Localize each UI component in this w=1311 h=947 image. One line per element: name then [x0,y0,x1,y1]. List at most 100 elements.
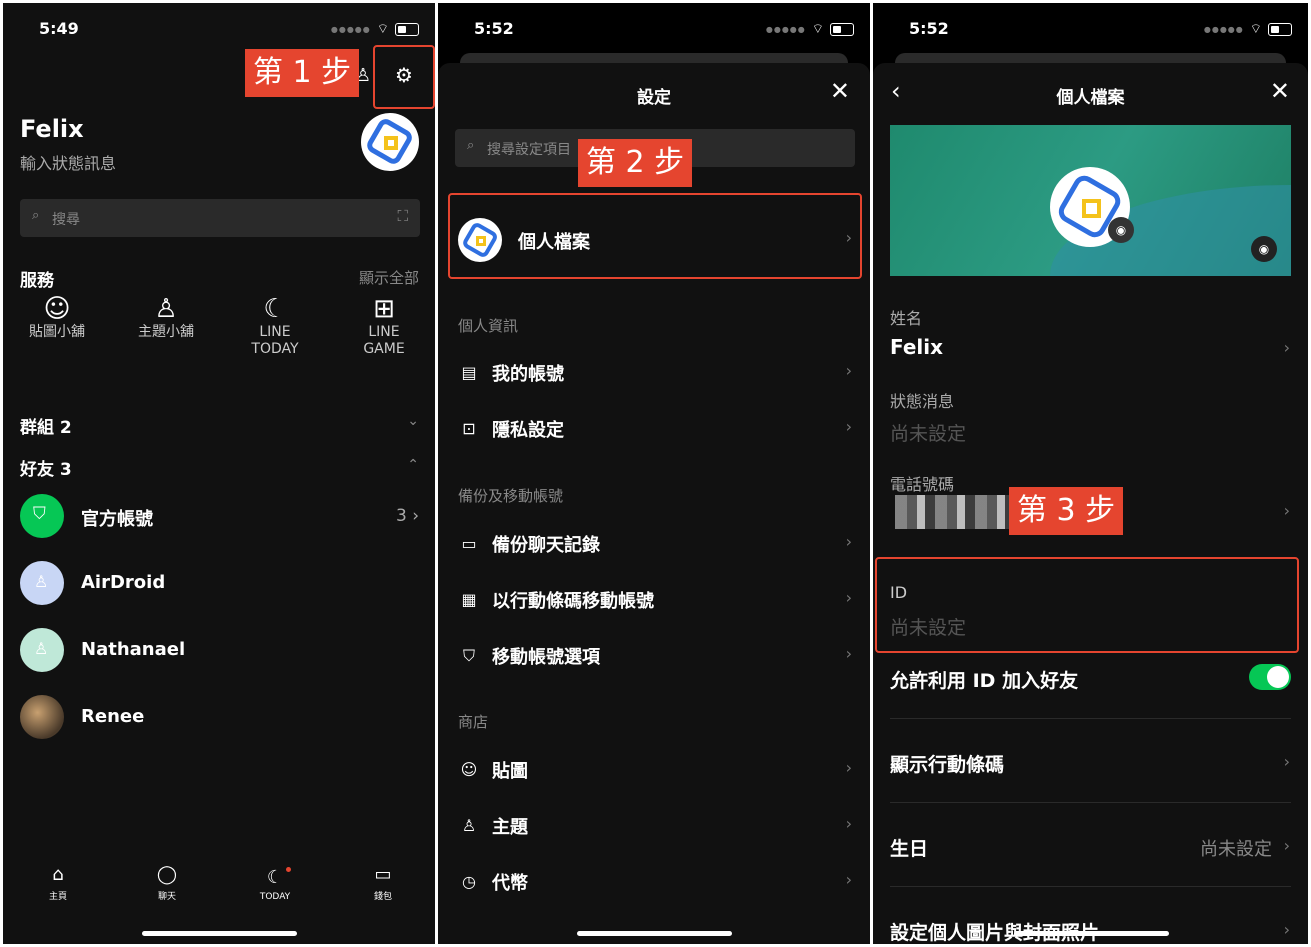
show-qr-label[interactable]: 顯示行動條碼 [890,750,1004,777]
brush-icon: ♙ [461,816,477,835]
friend-name[interactable]: Nathanael [81,639,185,660]
official-account-avatar[interactable]: ⛉ [20,494,64,538]
coins-row[interactable]: ◷ 代幣 › [438,856,870,908]
status-bar: 5:52 ●●●●● ⌔ [438,3,870,53]
settings-search-placeholder: 搜尋設定項目 [487,142,571,158]
id-card-icon: ▤ [461,363,477,382]
home-indicator [577,931,732,936]
section-shop: 商店 [458,713,489,731]
chevron-right-icon[interactable]: › [1284,338,1290,357]
nav-label: 聊天 [157,892,176,902]
profile-avatar[interactable] [361,113,419,171]
qr-move-row[interactable]: ▦ 以行動條碼移動帳號 › [438,574,870,626]
phone-label: 電話號碼 [890,475,955,494]
friend-avatar-nathanael[interactable]: ♙ [20,628,64,672]
birthday-label[interactable]: 生日 [890,834,928,861]
row-label: 貼圖 [492,761,528,782]
divider [890,718,1291,719]
friends-header[interactable]: 好友 3 [20,455,72,480]
friend-avatar-airdroid[interactable]: ♙ [20,561,64,605]
status-message[interactable]: 輸入狀態訊息 [20,150,116,174]
id-label: ID [890,583,908,602]
coin-icon: ◷ [462,872,476,891]
profile-name[interactable]: Felix [20,115,84,143]
lock-icon: ⊡ [462,419,476,438]
step2-callout: 第 2 步 [578,139,693,187]
battery-icon [395,22,419,36]
step3-callout: 第 3 步 [1009,487,1124,535]
service-sticker-shop[interactable]: ☺ 貼圖小舖 [17,296,97,341]
chevron-right-icon[interactable]: › [1284,920,1290,939]
search-bar[interactable]: ⌕ 搜尋 ⛶ [20,199,420,237]
close-icon[interactable]: ✕ [830,77,850,105]
name-label: 姓名 [890,309,923,328]
divider [890,886,1291,887]
allow-id-toggle[interactable] [1249,664,1291,690]
wifi-icon: ⌔ [811,22,824,37]
privacy-row[interactable]: ⊡ 隱私設定 › [438,403,870,455]
settings-title: 設定 [637,88,671,108]
nav-wallet[interactable]: ▭ 錢包 [353,864,413,902]
scan-icon[interactable]: ⛶ [397,207,408,225]
profile-title: 個人檔案 [1056,88,1125,108]
notification-dot [286,867,291,872]
groups-header[interactable]: 群組 2 [20,413,72,438]
chevron-right-icon[interactable]: › [1284,752,1290,771]
chevron-right-icon[interactable]: › [1284,501,1290,520]
my-account-row[interactable]: ▤ 我的帳號 › [438,347,870,399]
section-backup: 備份及移動帳號 [458,487,564,505]
battery-icon [830,22,854,36]
settings-screen: 5:52 ●●●●● ⌔ 設定 ✕ ⌕ 搜尋設定項目 第 2 步 個人檔案 › 個… [438,3,870,944]
smiley-icon: ☺ [460,760,478,779]
step1-callout: 第 1 步 [245,49,360,97]
service-theme-shop[interactable]: ♙ 主題小舖 [126,296,206,341]
official-count[interactable]: 3 › [396,506,419,526]
nav-today[interactable]: ☾ TODAY [245,867,305,902]
home-screen: 5:49 ●●●●● ⌔ ♙ ⚙ 第 1 步 Felix 輸入狀態訊息 ⌕ 搜尋 … [3,3,435,944]
section-personal: 個人資訊 [458,317,519,335]
status-time: 5:52 [474,19,514,38]
divider [890,802,1291,803]
home-icon: ⌂ [52,864,64,885]
status-icons: ●●●●● ⌔ [1204,21,1292,37]
id-value[interactable]: 尚未設定 [890,613,966,640]
cover-camera-icon[interactable]: ◉ [1251,236,1277,262]
official-account-label[interactable]: 官方帳號 [81,505,153,531]
cover-photo[interactable]: ◉ ◉ [890,125,1291,276]
service-line-game[interactable]: ⊞ LINE GAME [344,296,424,358]
folder-icon: ▭ [461,534,477,553]
move-options-row[interactable]: ⛉ 移動帳號選項 › [438,630,870,682]
camera-icon[interactable]: ◉ [1108,217,1134,243]
chevron-right-icon: › [845,870,852,889]
official-count-value: 3 [395,506,407,526]
status-message-value[interactable]: 尚未設定 [890,419,966,446]
name-value[interactable]: Felix [890,335,943,359]
qr-code-icon: ▦ [461,590,477,609]
status-bar: 5:52 ●●●●● ⌔ [873,3,1308,53]
nav-home[interactable]: ⌂ 主頁 [28,864,88,902]
themes-row[interactable]: ♙ 主題 › [438,800,870,852]
home-indicator [1013,931,1169,936]
row-label: 以行動條碼移動帳號 [492,591,654,612]
chevron-up-icon[interactable]: ⌃ [407,457,419,473]
close-icon[interactable]: ✕ [1270,77,1290,105]
friend-avatar-renee[interactable] [20,695,64,739]
search-placeholder: 搜尋 [52,212,80,228]
friend-name[interactable]: AirDroid [81,572,165,593]
stickers-row[interactable]: ☺ 貼圖 › [438,744,870,796]
step2-highlight [448,193,862,279]
backup-chat-row[interactable]: ▭ 備份聊天記錄 › [438,518,870,570]
chevron-right-icon: › [845,417,852,436]
show-all-link[interactable]: 顯示全部 [359,267,419,288]
nav-chats[interactable]: ◯ 聊天 [137,864,197,902]
chat-icon: ◯ [156,864,178,885]
person-icon: ♙ [34,639,49,658]
friend-name[interactable]: Renee [81,706,144,727]
shield-icon: ⛉ [33,504,46,524]
chevron-down-icon[interactable]: ⌄ [407,413,419,429]
birthday-value[interactable]: 尚未設定 [1200,835,1272,861]
row-label: 代幣 [492,873,528,894]
service-line-today[interactable]: ☾ LINE TODAY [235,296,315,358]
battery-icon [1268,22,1292,36]
chevron-right-icon[interactable]: › [1284,836,1290,855]
